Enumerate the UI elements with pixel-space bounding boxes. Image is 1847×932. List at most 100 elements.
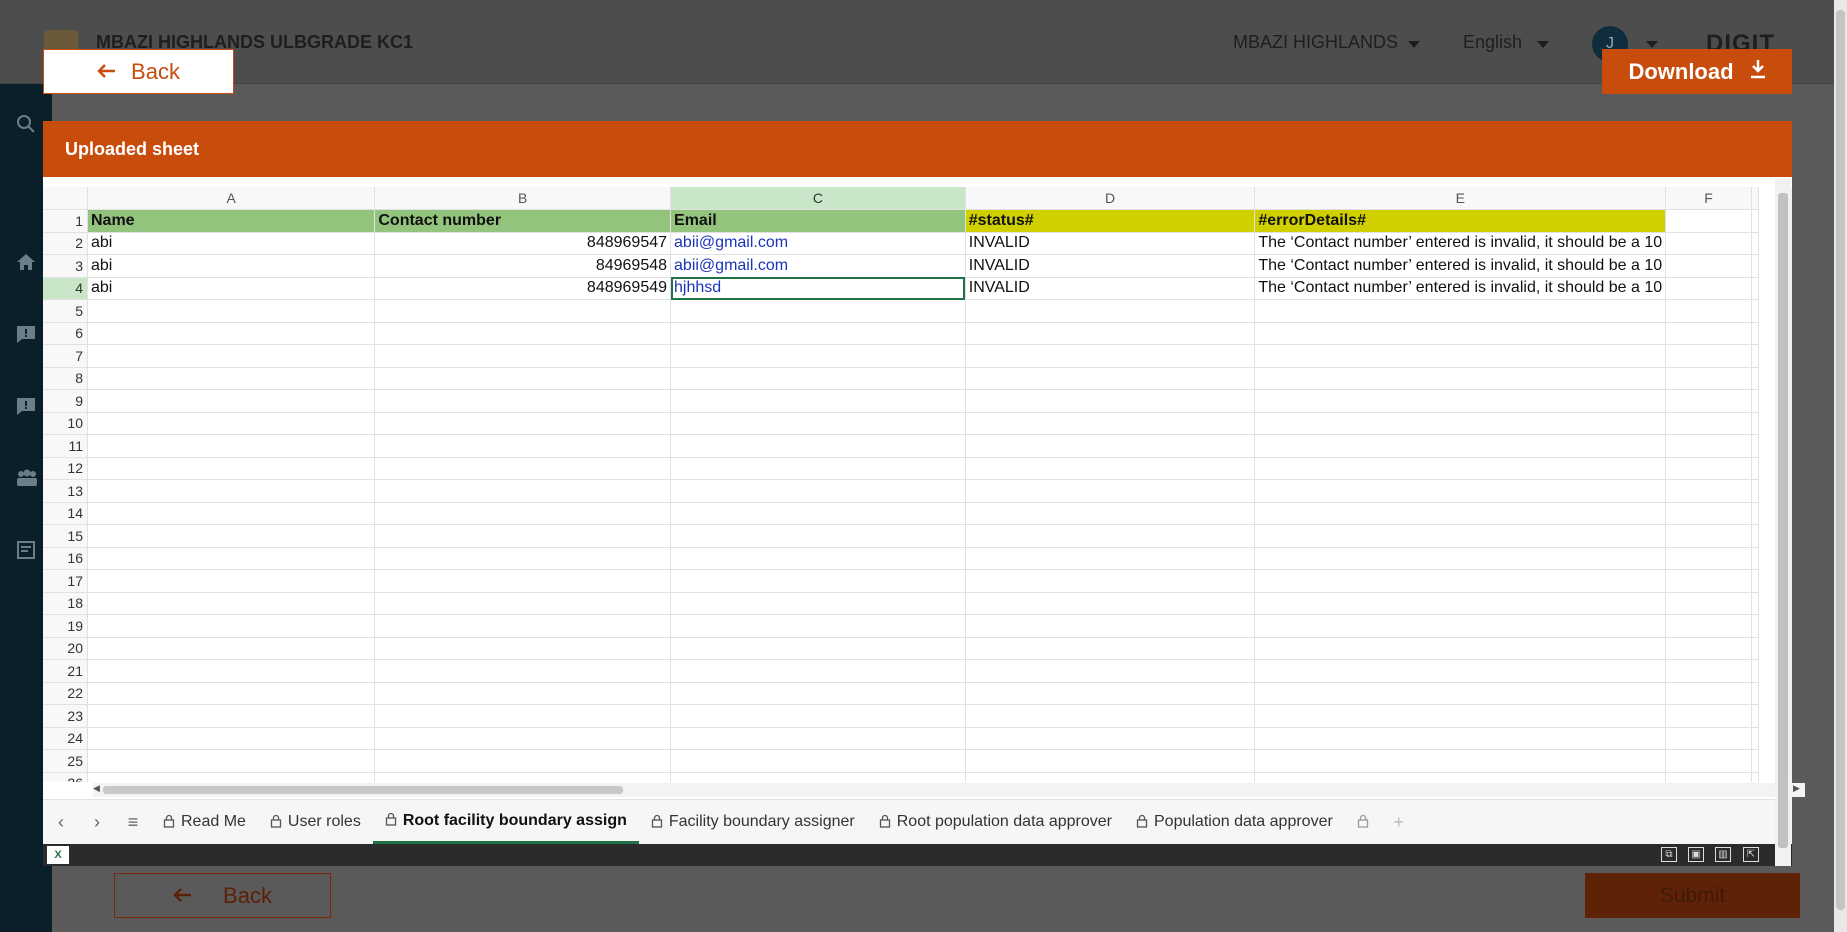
grid-cell[interactable] [1751,434,1759,458]
grid-cell[interactable] [965,412,1256,435]
column-header-c[interactable]: C [670,187,966,210]
grid-cell[interactable] [87,682,376,705]
grid-cell[interactable] [1665,322,1752,345]
grid-cell[interactable] [1254,389,1667,413]
footer-back-button[interactable]: Back [114,873,331,918]
grid-cell[interactable] [1254,322,1667,345]
grid-cell[interactable] [1751,299,1759,323]
grid-cell[interactable] [374,704,672,728]
search-icon[interactable] [14,114,38,138]
next-sheet-icon[interactable]: › [79,812,115,833]
grid-cell[interactable] [670,412,966,435]
avatar-chevron-down-icon[interactable] [1646,41,1658,48]
row-header[interactable]: 11 [43,434,88,458]
grid-cell[interactable] [1254,614,1667,638]
grid-cell[interactable] [670,659,966,683]
grid-cell[interactable] [965,367,1256,390]
grid-cell[interactable] [965,682,1256,705]
sheet-tab[interactable]: Read Me [151,800,258,844]
language-chevron-down-icon[interactable] [1537,41,1549,48]
grid-cell[interactable] [87,569,376,593]
grid-cell[interactable] [1751,479,1759,503]
sheet-tab[interactable]: Facility boundary assigner [639,800,867,844]
grid-cell[interactable] [87,299,376,323]
grid-cell[interactable] [1665,299,1752,323]
grid-cell[interactable] [1665,569,1752,593]
grid-cell[interactable] [1254,749,1667,773]
grid-cell[interactable] [670,704,966,728]
grid-cell[interactable] [965,502,1256,525]
grid-cell[interactable] [1665,344,1752,368]
grid-cell[interactable] [1665,434,1752,458]
grid-cell[interactable] [1751,322,1759,345]
grid-cell[interactable] [670,434,966,458]
grid-cell[interactable] [965,614,1256,638]
grid-cell[interactable] [374,592,672,615]
grid-cell[interactable] [1254,434,1667,458]
grid-cell[interactable] [670,502,966,525]
grid-cell[interactable]: The ‘Contact number’ entered is invalid,… [1254,254,1667,278]
grid-cell[interactable] [1665,727,1752,750]
grid-cell[interactable] [374,659,672,683]
grid-cell[interactable] [670,344,966,368]
grid-cell[interactable] [1254,637,1667,660]
grid-cell[interactable] [374,412,672,435]
column-header-b[interactable]: B [374,187,672,210]
grid-cell[interactable] [670,727,966,750]
grid-cell[interactable] [670,389,966,413]
grid-cell[interactable] [670,637,966,660]
grid-cell[interactable] [670,592,966,615]
grid-cell[interactable] [1665,772,1752,782]
grid-cell[interactable] [965,704,1256,728]
grid-cell[interactable] [87,659,376,683]
language-selector[interactable]: English [1463,32,1522,53]
grid-cell[interactable] [1254,479,1667,503]
row-header[interactable]: 18 [43,592,88,615]
grid-cell[interactable] [87,344,376,368]
grid-cell[interactable] [374,344,672,368]
row-header[interactable]: 19 [43,614,88,638]
grid-cell[interactable] [87,412,376,435]
row-header[interactable]: 17 [43,569,88,593]
grid-cell[interactable] [1665,254,1752,278]
grid-cell[interactable] [965,299,1256,323]
grid-cell[interactable]: abi [87,277,376,300]
grid-cell[interactable] [1665,659,1752,683]
grid-cell[interactable] [374,637,672,660]
grid-cell[interactable] [1665,367,1752,390]
more-sheets-lock-icon[interactable] [1345,812,1381,833]
sheet-list-menu-icon[interactable]: ≡ [115,812,151,833]
grid-cell[interactable] [1665,389,1752,413]
row-header[interactable]: 10 [43,412,88,435]
grid-cell[interactable] [374,524,672,548]
grid-cell[interactable] [1751,727,1759,750]
grid-cell[interactable] [374,727,672,750]
feedback-icon[interactable] [14,396,38,420]
layout-icon[interactable]: ▥ [1715,847,1731,862]
grid-cell[interactable] [1254,659,1667,683]
grid-cell[interactable] [965,547,1256,570]
grid-cell[interactable] [1665,209,1752,233]
row-header[interactable]: 15 [43,524,88,548]
grid-cell[interactable] [374,502,672,525]
grid-cell[interactable] [1254,367,1667,390]
grid-cell[interactable]: abi [87,232,376,255]
grid-cell[interactable] [1751,232,1759,255]
column-header-a[interactable]: A [87,187,376,210]
grid-cell[interactable] [965,592,1256,615]
grid-cell[interactable] [670,299,966,323]
grid-cell[interactable]: Contact number [374,209,672,233]
grid-cell[interactable] [87,727,376,750]
grid-cell[interactable] [1665,232,1752,255]
grid-cell[interactable] [670,479,966,503]
grid-cell[interactable]: The ‘Contact number’ entered is invalid,… [1254,232,1667,255]
grid-cell[interactable] [670,524,966,548]
grid-cell[interactable] [87,749,376,773]
grid-cell[interactable] [1254,412,1667,435]
grid-cell[interactable] [87,457,376,480]
row-header[interactable]: 2 [43,232,88,255]
sheet-tab[interactable]: User roles [258,800,373,844]
grid-cell[interactable] [374,389,672,413]
sheet-horizontal-scrollbar[interactable]: ◀ ▶ [93,783,1805,797]
grid-cell[interactable] [965,772,1256,782]
